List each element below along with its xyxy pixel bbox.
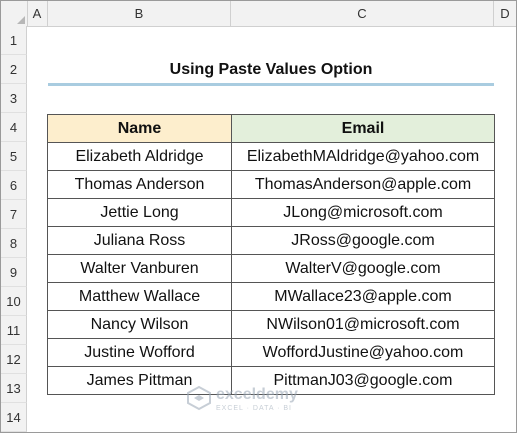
- cell-name[interactable]: Thomas Anderson: [47, 170, 232, 199]
- cell-email[interactable]: JRoss@google.com: [231, 226, 495, 255]
- cell-name[interactable]: Juliana Ross: [47, 226, 232, 255]
- column-header-bar: A B C D: [1, 1, 516, 27]
- row-header-7[interactable]: 7: [1, 200, 27, 229]
- cell-name[interactable]: Nancy Wilson: [47, 310, 232, 339]
- table-row: Juliana Ross JRoss@google.com: [47, 226, 495, 255]
- exceldemy-watermark: exceldemy EXCEL · DATA · BI: [186, 385, 326, 417]
- cell-name[interactable]: Jettie Long: [47, 198, 232, 227]
- row-header-9[interactable]: 9: [1, 258, 27, 287]
- table-row: Thomas Anderson ThomasAnderson@apple.com: [47, 170, 495, 199]
- column-header-d[interactable]: D: [494, 1, 516, 26]
- table-row: Nancy Wilson NWilson01@microsoft.com: [47, 310, 495, 339]
- row-header-8[interactable]: 8: [1, 229, 27, 258]
- table-row: Walter Vanburen WalterV@google.com: [47, 254, 495, 283]
- table-row: Elizabeth Aldridge ElizabethMAldridge@ya…: [47, 142, 495, 171]
- row-header-3[interactable]: 3: [1, 84, 27, 113]
- row-header-4[interactable]: 4: [1, 113, 27, 142]
- column-header-c[interactable]: C: [231, 1, 494, 26]
- title-underline: [48, 83, 494, 86]
- watermark-tagline: EXCEL · DATA · BI: [216, 405, 292, 412]
- row-header-2[interactable]: 2: [1, 55, 27, 84]
- cell-name[interactable]: Justine Wofford: [47, 338, 232, 367]
- cell-email[interactable]: NWilson01@microsoft.com: [231, 310, 495, 339]
- cell-email[interactable]: WoffordJustine@yahoo.com: [231, 338, 495, 367]
- cell-email[interactable]: ElizabethMAldridge@yahoo.com: [231, 142, 495, 171]
- column-header-a[interactable]: A: [27, 1, 48, 26]
- row-header-6[interactable]: 6: [1, 171, 27, 200]
- row-header-12[interactable]: 12: [1, 345, 27, 374]
- cell-name[interactable]: Elizabeth Aldridge: [47, 142, 232, 171]
- watermark-brand: exceldemy: [216, 386, 298, 403]
- spreadsheet-window: A B C D 1 2 3 4 5 6 7 8 9 10 11 12 13 14…: [0, 0, 517, 433]
- exceldemy-logo-icon: [187, 385, 211, 411]
- header-email[interactable]: Email: [231, 114, 495, 143]
- cell-name[interactable]: Matthew Wallace: [47, 282, 232, 311]
- row-header-10[interactable]: 10: [1, 287, 27, 316]
- row-header-14[interactable]: 14: [1, 403, 27, 432]
- header-name[interactable]: Name: [47, 114, 232, 143]
- row-header-5[interactable]: 5: [1, 142, 27, 171]
- table-row: Matthew Wallace MWallace23@apple.com: [47, 282, 495, 311]
- row-header-11[interactable]: 11: [1, 316, 27, 345]
- table-row: Justine Wofford WoffordJustine@yahoo.com: [47, 338, 495, 367]
- row-header-13[interactable]: 13: [1, 374, 27, 403]
- data-table: Name Email Elizabeth Aldridge ElizabethM…: [47, 114, 495, 395]
- select-all-corner[interactable]: [1, 1, 28, 26]
- row-header-1[interactable]: 1: [1, 26, 27, 55]
- column-header-b[interactable]: B: [48, 1, 231, 26]
- sheet-title[interactable]: Using Paste Values Option: [48, 55, 494, 84]
- cell-email[interactable]: JLong@microsoft.com: [231, 198, 495, 227]
- cell-email[interactable]: MWallace23@apple.com: [231, 282, 495, 311]
- cell-name[interactable]: Walter Vanburen: [47, 254, 232, 283]
- cell-email[interactable]: WalterV@google.com: [231, 254, 495, 283]
- cell-email[interactable]: ThomasAnderson@apple.com: [231, 170, 495, 199]
- table-row: Jettie Long JLong@microsoft.com: [47, 198, 495, 227]
